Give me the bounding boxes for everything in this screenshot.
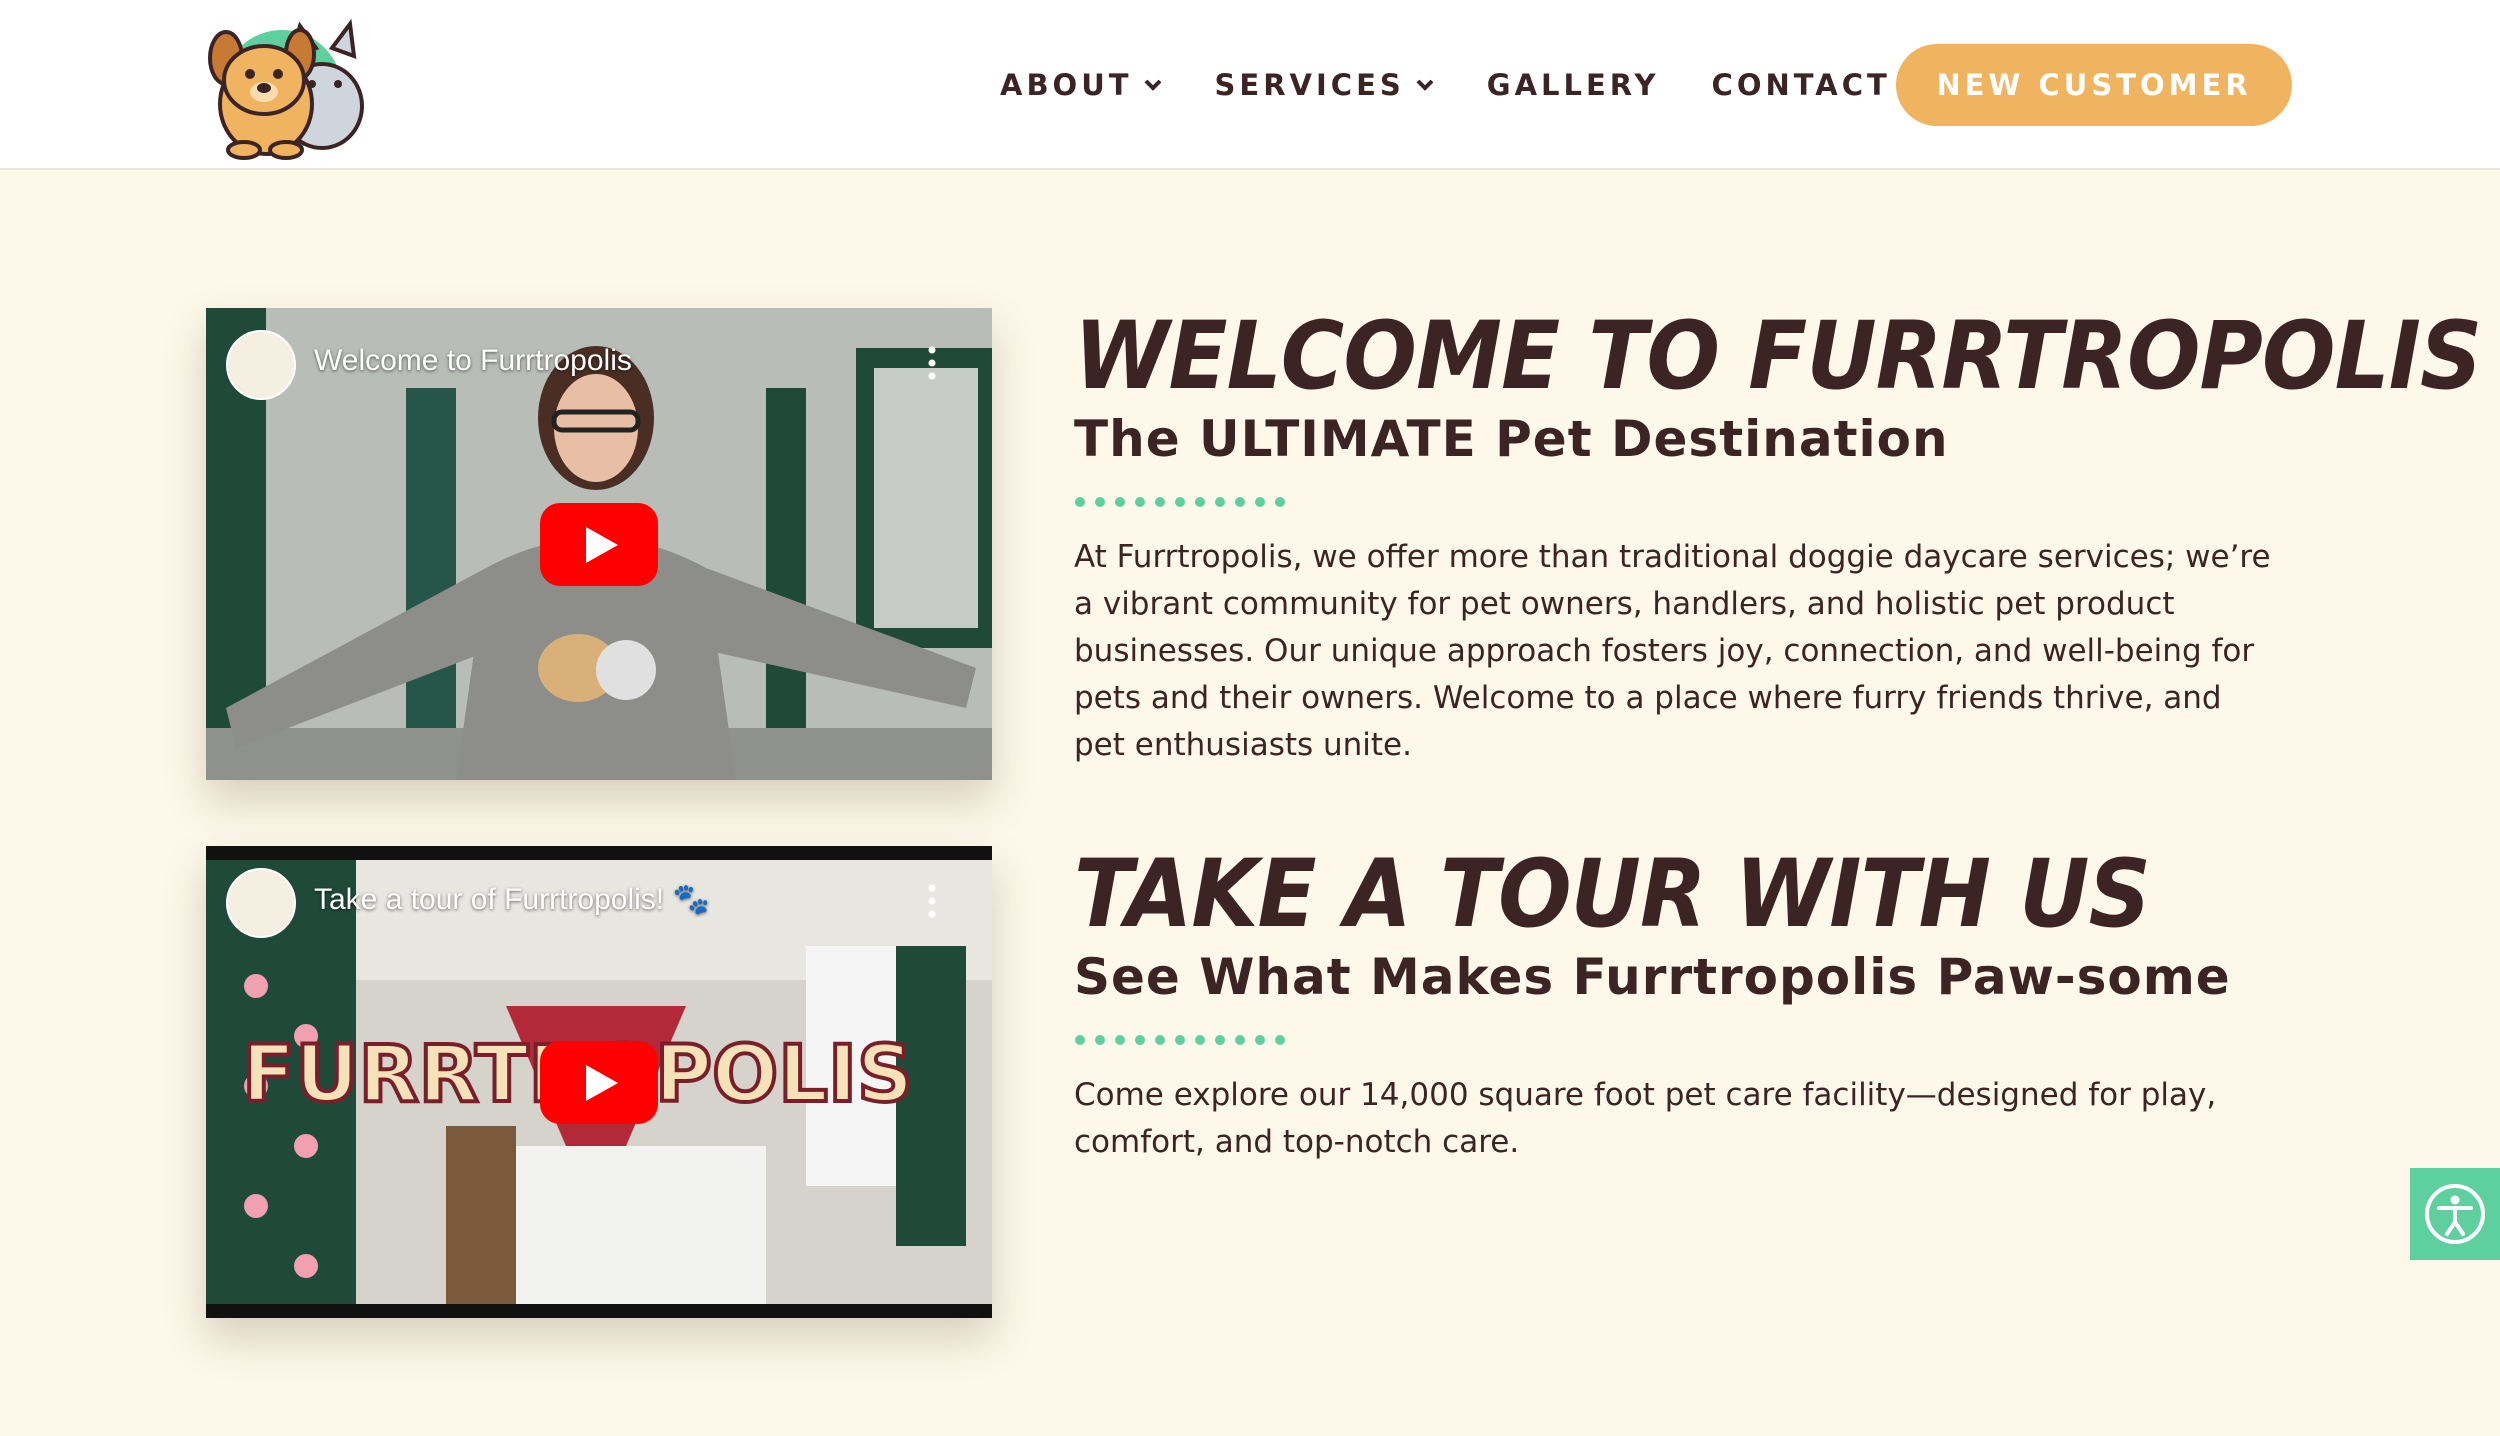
welcome-video-embed[interactable]: Welcome to Furrtropolis: [206, 308, 992, 780]
main-nav: ABOUT SERVICES GALLERY CONTACT: [1000, 0, 1943, 170]
new-customer-button[interactable]: NEW CUSTOMER: [1896, 44, 2292, 126]
welcome-subheading: The ULTIMATE Pet Destination: [1074, 410, 1949, 468]
welcome-heading: WELCOME TO FURRTROPOLIS: [1074, 302, 2482, 411]
dotted-divider: [1075, 1035, 1285, 1045]
nav-gallery[interactable]: GALLERY: [1487, 68, 1660, 102]
video-title[interactable]: Take a tour of Furrtropolis! 🐾: [314, 882, 710, 917]
nav-contact[interactable]: CONTACT: [1712, 68, 1891, 102]
chevron-down-icon: [1144, 79, 1161, 91]
tour-heading: TAKE A TOUR WITH US: [1074, 840, 2151, 949]
accessibility-icon: [2425, 1184, 2485, 1244]
nav-label: GALLERY: [1486, 68, 1660, 102]
welcome-body-text: At Furrtropolis, we offer more than trad…: [1074, 539, 2271, 763]
nav-label: SERVICES: [1214, 68, 1405, 102]
video-title[interactable]: Welcome to Furrtropolis: [314, 344, 632, 378]
channel-avatar[interactable]: [226, 330, 296, 400]
more-vert-icon[interactable]: [928, 346, 936, 380]
channel-avatar[interactable]: [226, 868, 296, 938]
more-vert-icon[interactable]: [928, 884, 936, 918]
site-header: ABOUT SERVICES GALLERY CONTACT NEW CUSTO…: [0, 0, 2500, 170]
nav-label: CONTACT: [1711, 68, 1891, 102]
nav-about[interactable]: ABOUT: [1000, 68, 1163, 102]
youtube-play-icon[interactable]: [540, 503, 658, 586]
chevron-down-icon: [1416, 79, 1434, 91]
dotted-divider: [1075, 497, 1285, 507]
nav-label: ABOUT: [1000, 68, 1133, 102]
tour-video-embed[interactable]: FURRTROPOLIS Take a tour of Furrtropolis…: [206, 846, 992, 1318]
nav-services[interactable]: SERVICES: [1215, 68, 1435, 102]
tour-subheading: See What Makes Furrtropolis Paw-some: [1074, 948, 2231, 1006]
youtube-play-icon[interactable]: [540, 1041, 658, 1124]
accessibility-button[interactable]: [2410, 1168, 2500, 1260]
tour-body-text: Come explore our 14,000 square foot pet …: [1074, 1077, 2217, 1160]
dog-and-cat-logo-icon[interactable]: [204, 8, 384, 160]
